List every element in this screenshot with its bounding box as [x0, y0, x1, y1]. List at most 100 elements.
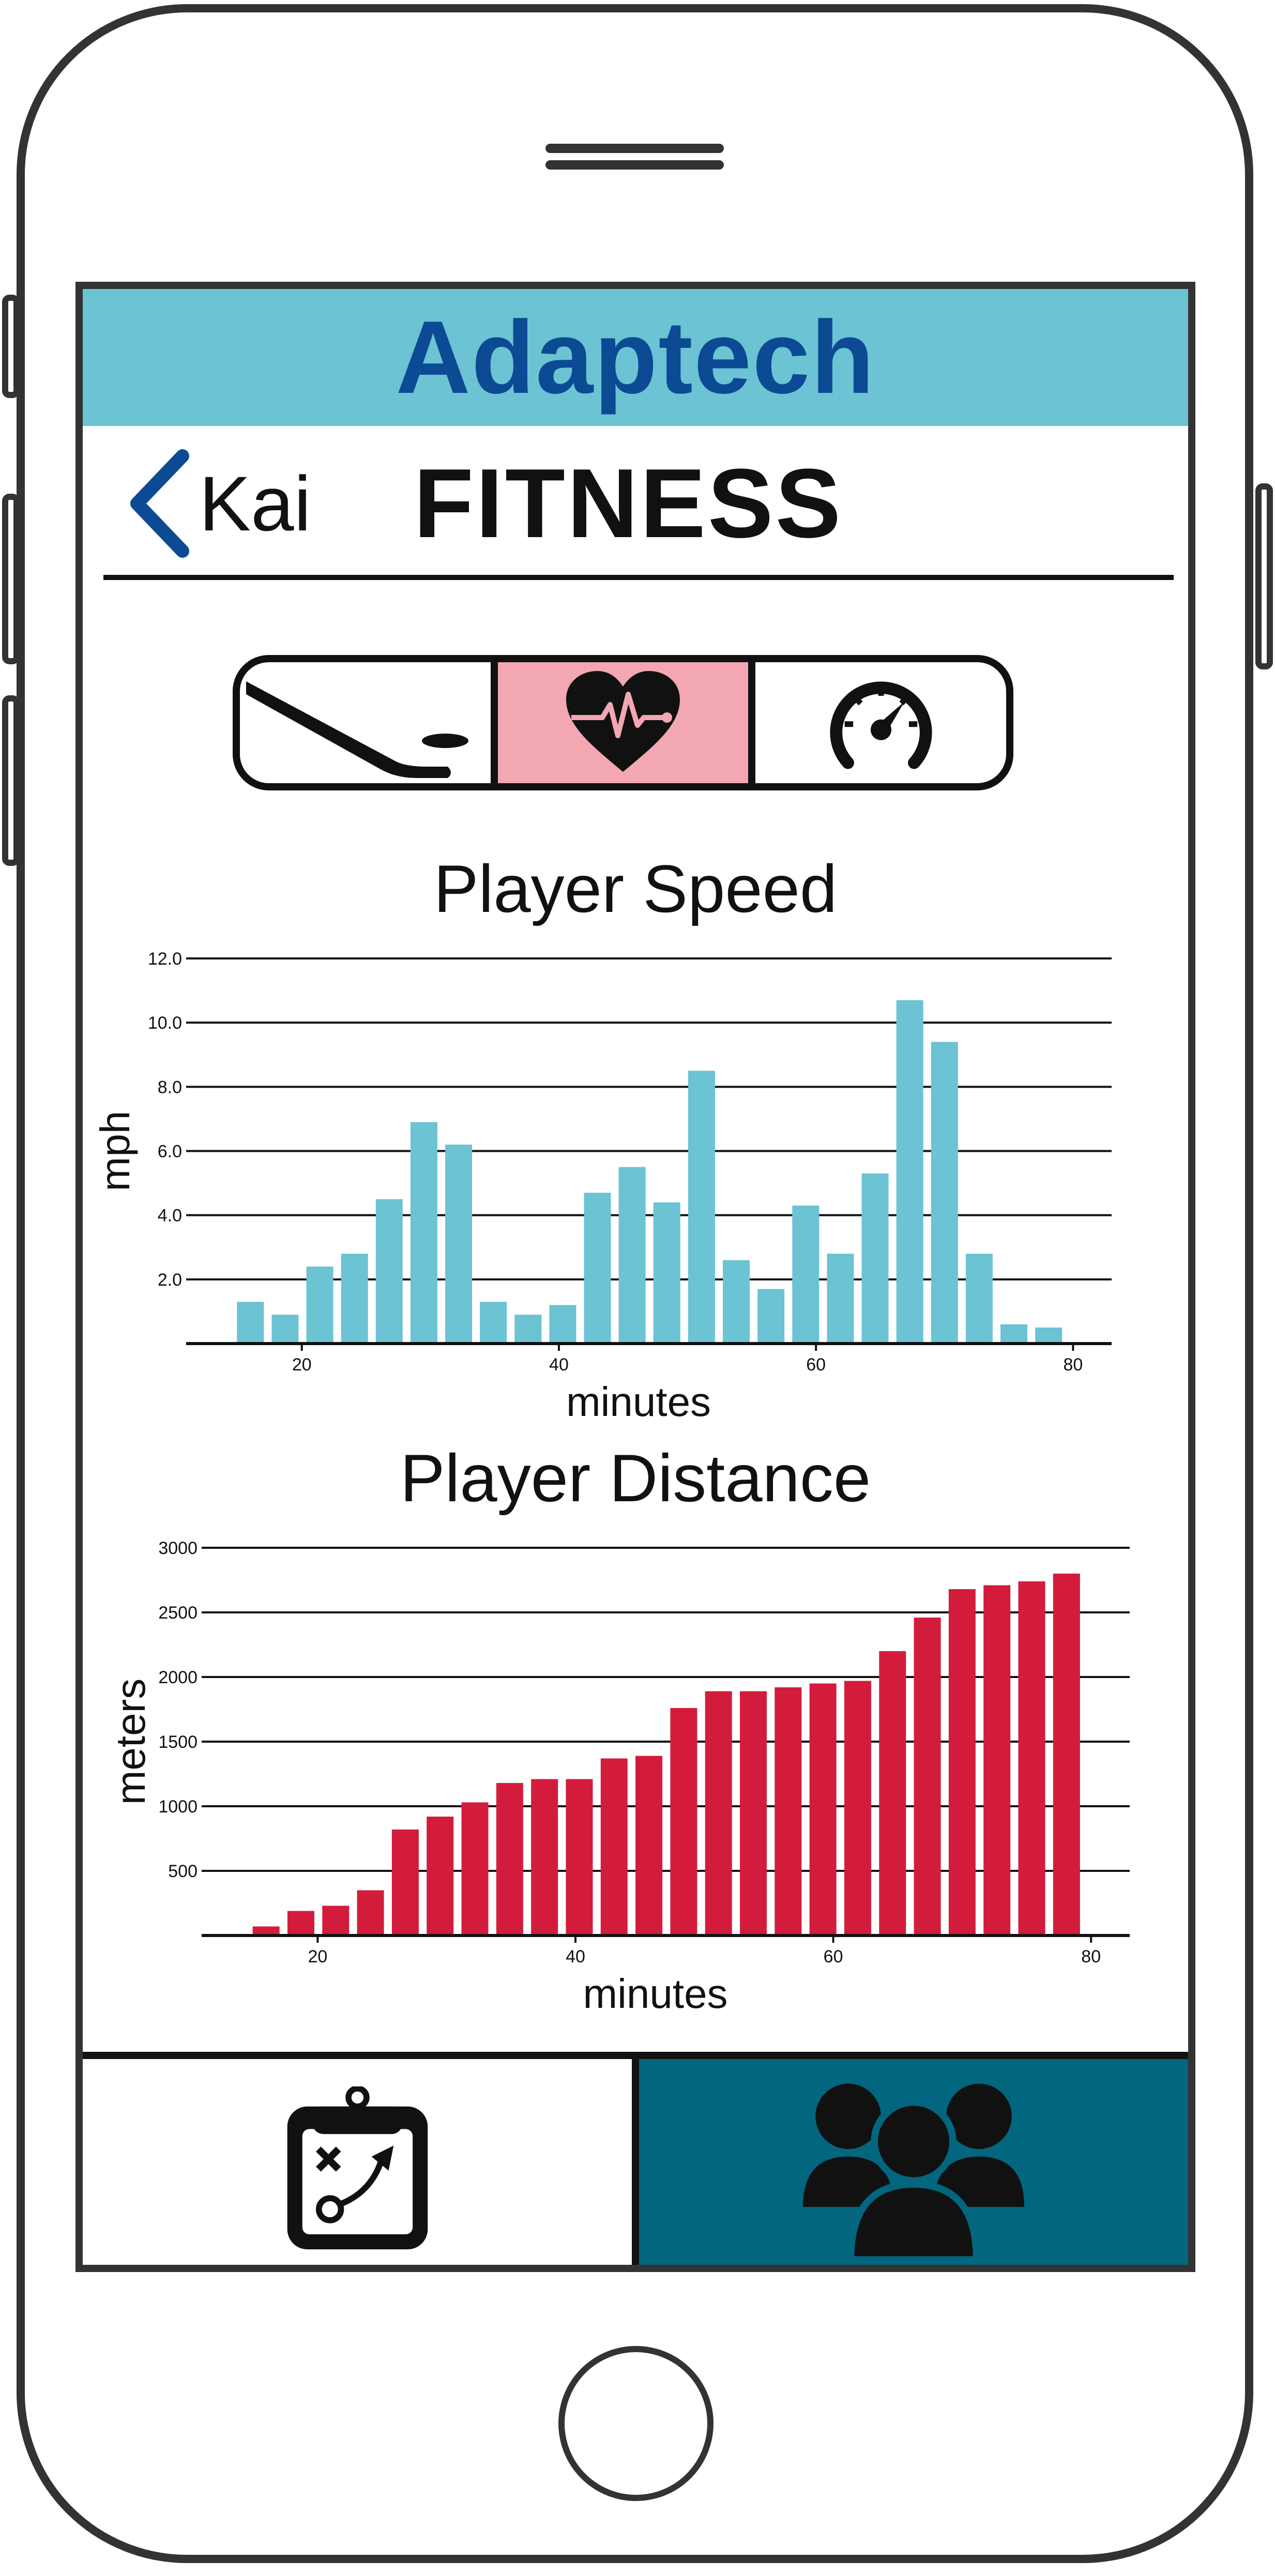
volume-up-button	[2, 494, 20, 664]
y-tick-label: 1000	[158, 1797, 198, 1817]
bar	[391, 1830, 419, 1935]
hockey-stick-icon	[246, 681, 469, 778]
bar	[496, 1783, 523, 1935]
bar	[705, 1691, 732, 1935]
bar	[566, 1779, 593, 1935]
page-title: FITNESS	[414, 449, 843, 558]
title-divider	[103, 575, 1174, 580]
earpiece-speaker	[545, 144, 724, 153]
bar	[410, 1122, 437, 1344]
speed-chart-title: Player Speed	[433, 851, 838, 926]
x-tick-label: 80	[1064, 1355, 1083, 1375]
y-tick-label: 3000	[158, 1538, 198, 1558]
bar	[480, 1302, 507, 1344]
y-tick-label: 12.0	[148, 949, 182, 969]
bar	[653, 1202, 680, 1344]
back-button[interactable]: Kai	[122, 444, 339, 563]
bar	[1053, 1574, 1080, 1935]
bar	[809, 1683, 837, 1935]
x-axis-label: minutes	[566, 1379, 711, 1425]
bar	[1000, 1324, 1028, 1344]
bar	[357, 1890, 384, 1935]
bar	[287, 1911, 314, 1935]
bar	[445, 1145, 473, 1344]
tab-hockey[interactable]	[240, 662, 491, 783]
distance-chart-title: Player Distance	[400, 1440, 871, 1516]
bar	[775, 1687, 802, 1935]
bar	[879, 1651, 906, 1935]
bar	[427, 1817, 454, 1935]
distance-chart: 500 1000 1500 2000 2500 3000 20 40 60 80 minutes me…	[108, 1538, 1130, 2017]
bar	[549, 1305, 576, 1344]
y-tick-label: 2000	[158, 1668, 198, 1687]
bottom-nav	[83, 2052, 1188, 2265]
bar	[618, 1167, 646, 1344]
x-tick-label: 20	[308, 1947, 327, 1967]
bar	[688, 1071, 715, 1344]
bar	[635, 1756, 663, 1935]
chevron-left-icon	[130, 449, 189, 558]
bar	[844, 1681, 871, 1935]
bar	[723, 1260, 750, 1344]
bar	[965, 1254, 993, 1344]
bar	[514, 1315, 542, 1344]
bar	[670, 1708, 697, 1935]
bar	[584, 1193, 611, 1344]
x-tick-label: 60	[824, 1947, 843, 1967]
heart-rate-icon	[566, 671, 680, 772]
bar	[983, 1585, 1011, 1935]
bar	[931, 1042, 958, 1344]
x-tick-label: 40	[566, 1947, 585, 1967]
bar	[948, 1589, 976, 1935]
tab-speed[interactable]	[748, 662, 1006, 783]
y-tick-label: 8.0	[158, 1077, 182, 1097]
bar	[341, 1254, 368, 1344]
bar	[375, 1199, 403, 1344]
bar	[740, 1691, 767, 1935]
y-axis-label: meters	[108, 1679, 154, 1805]
speedometer-icon	[830, 681, 932, 769]
x-tick-label: 40	[549, 1355, 569, 1375]
bar	[1035, 1327, 1062, 1344]
bar	[271, 1315, 299, 1344]
nav-playbook[interactable]	[83, 2059, 632, 2265]
bar	[861, 1173, 889, 1344]
bar	[1018, 1581, 1045, 1935]
bar	[600, 1758, 628, 1935]
bar	[914, 1618, 941, 1935]
x-tick-label: 20	[292, 1355, 312, 1375]
bar	[461, 1802, 489, 1935]
y-tick-label: 10.0	[148, 1013, 182, 1033]
y-tick-label: 6.0	[158, 1142, 182, 1162]
y-tick-label: 1500	[158, 1732, 198, 1752]
bar	[237, 1302, 264, 1344]
y-axis-label: mph	[92, 1111, 138, 1192]
app-title: Adaptech	[396, 299, 875, 415]
y-tick-label: 2500	[158, 1603, 198, 1623]
bar	[827, 1254, 854, 1344]
app-screen: Adaptech Kai FITNESS Player Speed 2.0 4.…	[75, 282, 1195, 2272]
bar	[306, 1267, 333, 1344]
metric-tabs	[233, 655, 1013, 790]
tab-heart-rate[interactable]	[490, 662, 749, 783]
bar	[322, 1906, 350, 1935]
y-tick-label: 4.0	[158, 1206, 182, 1226]
x-tick-label: 80	[1081, 1947, 1101, 1967]
home-button[interactable]	[558, 2346, 714, 2501]
earpiece-speaker-lower	[545, 160, 724, 170]
bar	[757, 1289, 785, 1344]
nav-team[interactable]	[632, 2059, 1188, 2265]
bar	[792, 1206, 819, 1344]
playbook-clipboard-icon	[287, 2086, 428, 2250]
x-axis-label: minutes	[583, 1971, 727, 2017]
bar	[531, 1779, 558, 1935]
x-tick-label: 60	[806, 1355, 826, 1375]
app-header: Adaptech	[83, 289, 1188, 426]
team-group-icon	[802, 2083, 1025, 2262]
y-tick-label: 2.0	[158, 1270, 182, 1290]
volume-down-button	[2, 695, 20, 866]
back-label: Kai	[199, 460, 311, 547]
power-button	[1255, 483, 1273, 669]
speed-chart: 2.0 4.0 6.0 8.0 10.0 12.0 20 40 60 80 minutes mph	[92, 949, 1112, 1425]
bar	[896, 1000, 923, 1344]
